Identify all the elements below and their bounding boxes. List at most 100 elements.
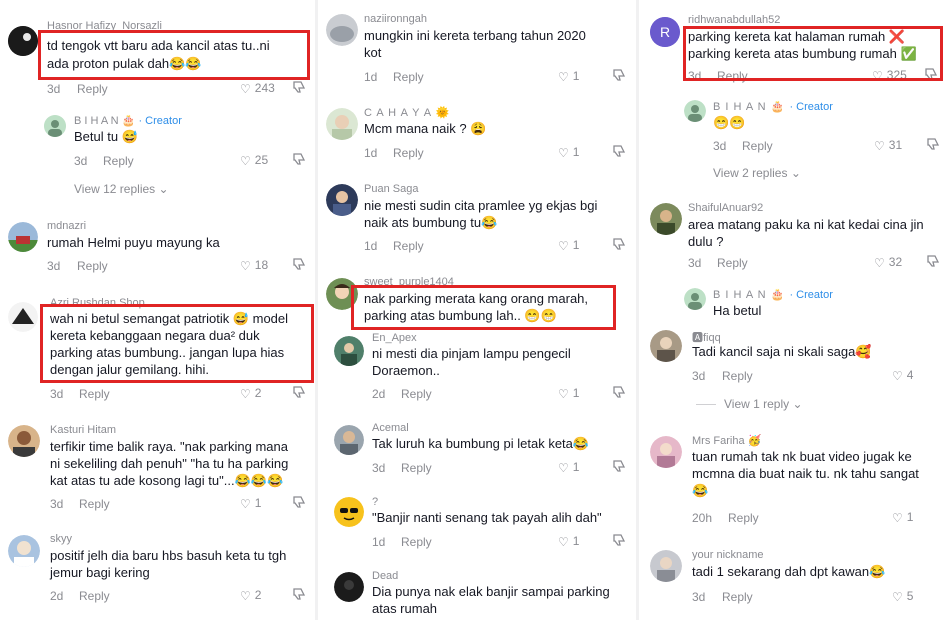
like-button[interactable]: ♡ 1 <box>558 69 579 84</box>
heart-icon: ♡ <box>240 588 251 603</box>
like-button[interactable]: ♡ 31 <box>874 138 902 153</box>
avatar[interactable] <box>334 572 364 602</box>
reply-button[interactable]: Reply <box>401 535 432 549</box>
like-button[interactable]: ♡ 1 <box>240 496 261 511</box>
comment-username[interactable]: skyy <box>50 533 72 545</box>
comment-username[interactable]: B I H A N 🎂 · Creator <box>713 100 833 113</box>
like-count: 1 <box>572 460 580 474</box>
comment-username[interactable]: B I H A N 🎂 · Creator <box>713 288 833 301</box>
comment-username[interactable]: Acemal <box>372 422 409 434</box>
comment-username[interactable]: B I H A N 🎂 · Creator <box>74 114 182 127</box>
view-replies-label: View 1 reply <box>724 397 790 411</box>
comment-username[interactable]: Kasturi Hitam <box>50 424 116 436</box>
comment-username[interactable]: Dead <box>372 570 398 582</box>
reply-button[interactable]: Reply <box>728 511 759 525</box>
view-replies-button[interactable]: View 2 replies ⌄ <box>713 166 801 180</box>
dislike-icon[interactable] <box>612 533 626 552</box>
avatar[interactable] <box>334 425 364 455</box>
like-count: 1 <box>254 496 262 510</box>
reply-button[interactable]: Reply <box>722 369 753 383</box>
reply-button[interactable]: Reply <box>103 154 134 168</box>
like-count: 5 <box>906 589 914 603</box>
avatar[interactable] <box>650 436 682 468</box>
reply-button[interactable]: Reply <box>79 387 110 401</box>
avatar[interactable] <box>334 336 364 366</box>
reply-button[interactable]: Reply <box>393 70 424 84</box>
avatar[interactable] <box>334 497 364 527</box>
avatar[interactable] <box>8 26 38 56</box>
reply-button[interactable]: Reply <box>79 589 110 603</box>
like-button[interactable]: ♡ 5 <box>892 589 913 604</box>
dislike-icon[interactable] <box>926 254 940 273</box>
comment-username[interactable]: C A H A Y A 🌞 <box>364 106 450 119</box>
heart-icon: ♡ <box>558 386 569 401</box>
dislike-icon[interactable] <box>292 152 306 171</box>
reply-button[interactable]: Reply <box>401 387 432 401</box>
comment-time: 3d <box>50 387 64 401</box>
dislike-icon[interactable] <box>292 495 306 514</box>
like-button[interactable]: ♡ 1 <box>558 460 579 475</box>
comment-username[interactable]: ShaifulAnuar92 <box>688 202 763 214</box>
avatar[interactable] <box>8 425 40 457</box>
reply-button[interactable]: Reply <box>742 139 773 153</box>
view-replies-button[interactable]: View 12 replies ⌄ <box>74 182 169 196</box>
dislike-icon[interactable] <box>292 385 306 404</box>
reply-button[interactable]: Reply <box>401 461 432 475</box>
like-button[interactable]: ♡ 1 <box>558 386 579 401</box>
comment-text: terfikir time balik raya. "nak parking m… <box>50 439 288 454</box>
reply-button[interactable]: Reply <box>717 256 748 270</box>
like-button[interactable]: ♡ 1 <box>558 145 579 160</box>
comment-time: 3d <box>692 369 706 383</box>
avatar[interactable] <box>684 100 706 122</box>
comment-username[interactable]: ridhwanabdullah52 <box>688 14 780 26</box>
dislike-icon[interactable] <box>612 144 626 163</box>
avatar[interactable] <box>326 14 358 46</box>
avatar[interactable]: R <box>650 17 680 47</box>
dislike-icon[interactable] <box>292 587 306 606</box>
comment-username[interactable]: ? <box>372 496 378 508</box>
reply-button[interactable]: Reply <box>79 497 110 511</box>
dislike-icon[interactable] <box>612 68 626 87</box>
reply-button[interactable]: Reply <box>722 590 753 604</box>
avatar[interactable] <box>684 288 706 310</box>
like-button[interactable]: ♡ 2 <box>240 588 261 603</box>
dislike-icon[interactable] <box>612 237 626 256</box>
avatar[interactable] <box>650 330 682 362</box>
reply-button[interactable]: Reply <box>393 146 424 160</box>
like-button[interactable]: ♡ 1 <box>558 534 579 549</box>
like-button[interactable]: ♡ 25 <box>240 153 268 168</box>
avatar[interactable] <box>326 108 358 140</box>
dislike-icon[interactable] <box>926 137 940 156</box>
comment-username[interactable]: En_Apex <box>372 332 417 344</box>
avatar[interactable] <box>8 535 40 567</box>
comment-time: 2d <box>372 387 386 401</box>
like-button[interactable]: ♡ 1 <box>558 238 579 253</box>
comment-username[interactable]: mdnazri <box>47 220 86 232</box>
avatar[interactable] <box>8 302 38 332</box>
column-divider <box>636 0 639 620</box>
like-button[interactable]: ♡ 2 <box>240 386 261 401</box>
avatar[interactable] <box>650 203 682 235</box>
like-button[interactable]: ♡ 243 <box>240 81 275 96</box>
dislike-icon[interactable] <box>612 459 626 478</box>
comment-username[interactable]: naziironngah <box>364 13 427 25</box>
comment-username[interactable]: Puan Saga <box>364 183 418 195</box>
comment-username[interactable]: your nickname <box>692 549 764 561</box>
avatar[interactable] <box>44 115 66 137</box>
comment-username[interactable]: Mrs Fariha 🥳 <box>692 434 761 447</box>
like-button[interactable]: ♡ 1 <box>892 510 913 525</box>
dislike-icon[interactable] <box>612 385 626 404</box>
dislike-icon[interactable] <box>292 80 306 99</box>
view-replies-button[interactable]: View 1 reply ⌄ <box>696 397 803 411</box>
like-button[interactable]: ♡ 18 <box>240 258 268 273</box>
reply-button[interactable]: Reply <box>77 82 108 96</box>
like-button[interactable]: ♡ 32 <box>874 255 902 270</box>
dislike-icon[interactable] <box>292 257 306 276</box>
avatar[interactable] <box>8 222 38 252</box>
reply-button[interactable]: Reply <box>393 239 424 253</box>
like-button[interactable]: ♡ 4 <box>892 368 913 383</box>
avatar[interactable] <box>650 550 682 582</box>
heart-icon: ♡ <box>558 145 569 160</box>
reply-button[interactable]: Reply <box>77 259 108 273</box>
avatar[interactable] <box>326 184 358 216</box>
